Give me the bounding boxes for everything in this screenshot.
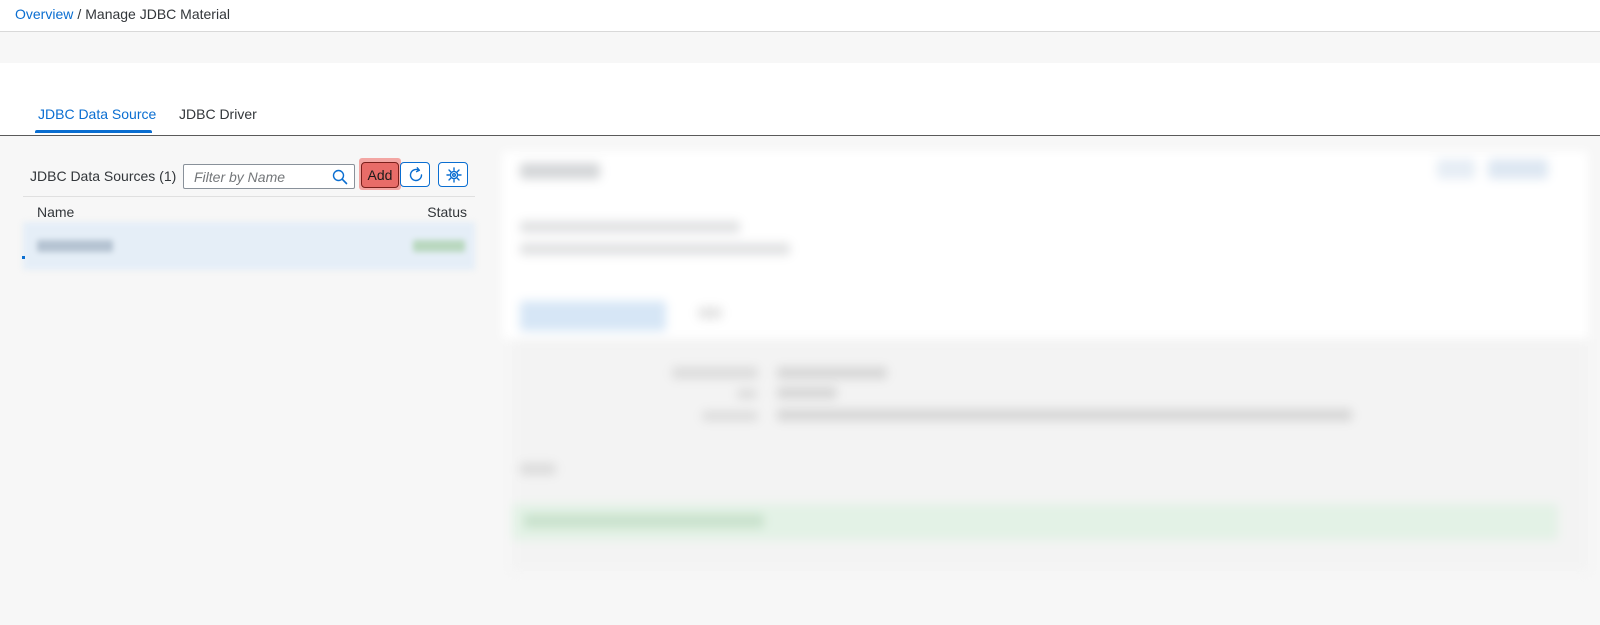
settings-icon <box>446 167 462 183</box>
header-band <box>0 32 1600 63</box>
detail-value-redacted <box>777 409 1352 421</box>
detail-tab-redacted <box>520 301 666 331</box>
data-sources-panel: JDBC Data Sources (1) Add <box>22 152 487 285</box>
add-button[interactable]: Add <box>361 162 399 188</box>
row-name-redacted <box>37 240 113 252</box>
settings-button[interactable] <box>438 162 468 187</box>
detail-status-text-redacted <box>524 514 764 528</box>
top-bar: Overview / Manage JDBC Material <box>0 0 1600 32</box>
data-sources-title: JDBC Data Sources (1) <box>30 168 177 184</box>
search-icon[interactable] <box>332 169 348 185</box>
search-input[interactable] <box>184 165 326 188</box>
refresh-button[interactable] <box>400 162 430 187</box>
tab-bar: JDBC Data Source JDBC Driver <box>0 63 1600 136</box>
table-row[interactable] <box>23 222 475 270</box>
row-status-redacted <box>413 240 465 252</box>
detail-label-redacted <box>672 367 758 379</box>
add-button-highlight: Add <box>359 158 401 190</box>
tab-jdbc-data-source[interactable]: JDBC Data Source <box>38 106 156 122</box>
detail-label-redacted <box>702 411 758 421</box>
detail-label-redacted <box>737 389 757 399</box>
detail-action-redacted <box>1488 159 1548 179</box>
breadcrumb-separator: / <box>77 6 82 22</box>
detail-value-redacted <box>777 367 887 379</box>
detail-text-redacted <box>520 243 790 255</box>
detail-section-redacted <box>520 463 556 475</box>
detail-action-redacted <box>1437 159 1475 179</box>
refresh-icon <box>409 167 423 182</box>
detail-value-redacted <box>777 387 837 399</box>
active-tab-indicator <box>35 130 152 133</box>
detail-header-redacted <box>502 151 1588 339</box>
detail-body-redacted <box>512 339 1588 571</box>
column-header-status: Status <box>427 204 467 220</box>
table-header: Name Status <box>23 196 475 222</box>
search-field[interactable] <box>183 164 355 189</box>
tab-jdbc-driver[interactable]: JDBC Driver <box>179 106 257 122</box>
selected-row-indicator <box>22 256 25 259</box>
detail-panel-redacted <box>502 151 1588 571</box>
breadcrumb-overview-link[interactable]: Overview <box>15 6 73 22</box>
detail-title-redacted <box>520 163 600 179</box>
detail-text-redacted <box>520 221 740 233</box>
column-header-name: Name <box>37 204 75 220</box>
breadcrumb: Overview / Manage JDBC Material <box>15 6 230 22</box>
detail-tab-redacted <box>698 307 722 319</box>
breadcrumb-current: Manage JDBC Material <box>85 6 230 22</box>
